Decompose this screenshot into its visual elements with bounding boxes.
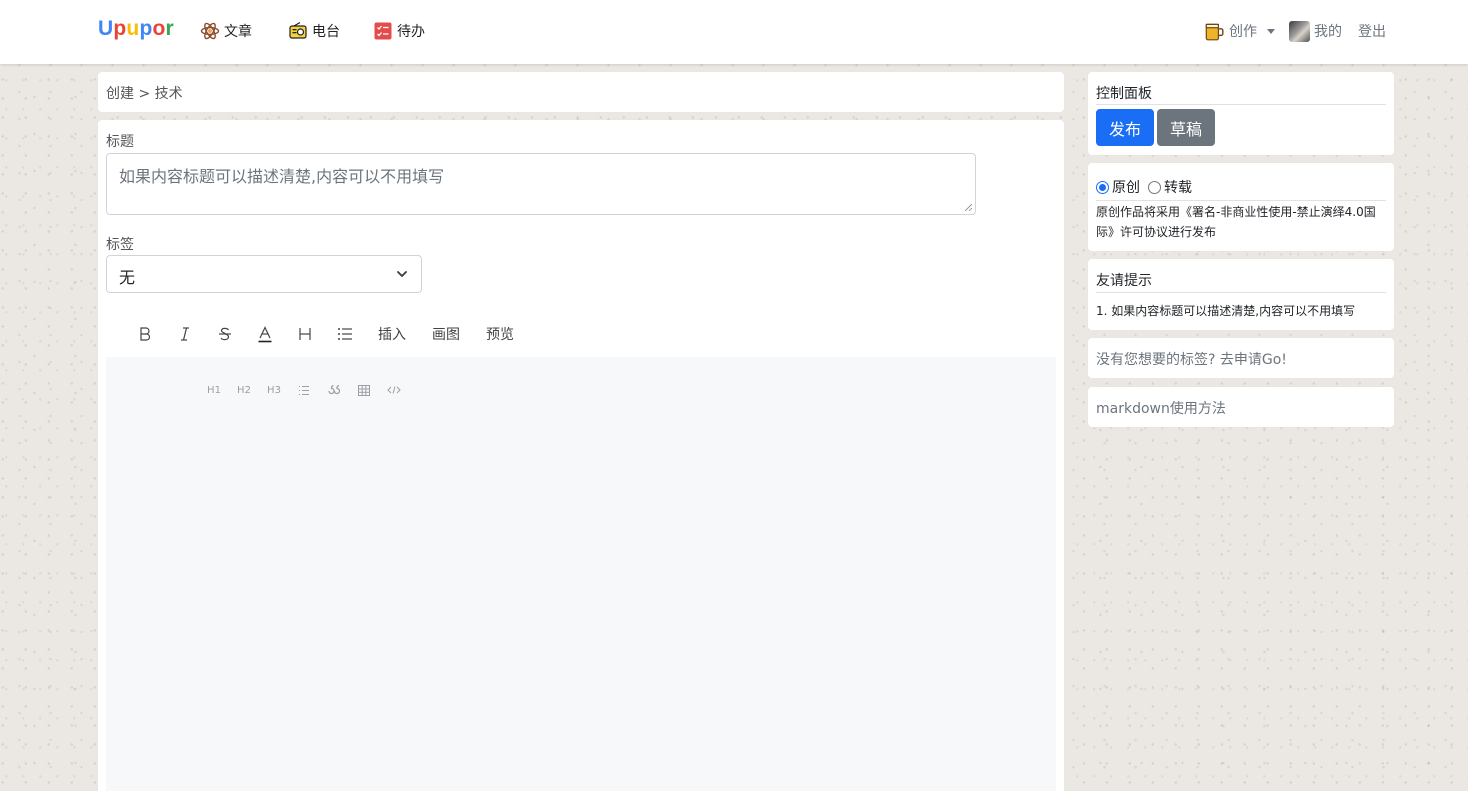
table-icon xyxy=(358,384,370,396)
nav-radio-label: 电台 xyxy=(312,24,340,40)
strikethrough-button[interactable] xyxy=(214,321,236,347)
editor-toolbar: 插入 画图 预览 xyxy=(106,317,1056,351)
tag-select-value: 无 xyxy=(119,268,136,287)
create-dropdown[interactable]: 创作 xyxy=(1203,20,1275,42)
heading-button[interactable] xyxy=(294,321,316,347)
preview-button[interactable]: 预览 xyxy=(482,321,518,347)
tag-select[interactable]: 无 xyxy=(106,255,422,293)
text-color-button[interactable] xyxy=(254,321,276,347)
editor-card: 标题 如果内容标题可以描述清楚,内容可以不用填写 标签 无 插入 画图 预览 H… xyxy=(98,120,1064,791)
code-icon xyxy=(387,386,401,394)
markdown-help-link[interactable]: markdown使用方法 xyxy=(1096,398,1226,418)
beer-mug-icon xyxy=(1205,23,1224,41)
list-button[interactable] xyxy=(334,321,356,347)
original-radio[interactable] xyxy=(1096,180,1109,194)
tips-card: 友请提示 1. 如果内容标题可以描述清楚,内容可以不用填写 xyxy=(1088,259,1394,330)
original-label[interactable]: 原创 xyxy=(1112,177,1140,197)
divider xyxy=(1096,200,1386,201)
text-color-icon xyxy=(258,325,272,342)
mine-label: 我的 xyxy=(1314,24,1342,40)
markdown-help-card: markdown使用方法 xyxy=(1088,387,1394,427)
draw-button[interactable]: 画图 xyxy=(428,321,464,347)
mini-list-button[interactable] xyxy=(294,383,314,397)
control-panel-title: 控制面板 xyxy=(1096,86,1152,102)
heading-icon xyxy=(299,328,311,340)
tag-request-card: 没有您想要的标签? 去申请Go! xyxy=(1088,338,1394,378)
top-navbar: Upupor 文章 电台 待办 创作 我的 登出 xyxy=(0,0,1468,64)
repost-radio[interactable] xyxy=(1148,180,1161,194)
nav-todo[interactable]: 待办 xyxy=(373,20,425,42)
breadcrumb-card: 创建 > 技术 xyxy=(98,72,1064,112)
insert-button[interactable]: 插入 xyxy=(374,321,410,347)
nav-articles[interactable]: 文章 xyxy=(200,20,252,42)
bold-icon xyxy=(140,327,151,341)
list-icon xyxy=(338,328,352,340)
divider xyxy=(1096,104,1386,105)
control-panel-card: 控制面板 发布 草稿 xyxy=(1088,72,1394,155)
mini-h2-button[interactable]: H2 xyxy=(234,383,254,397)
title-input[interactable]: 如果内容标题可以描述清楚,内容可以不用填写 xyxy=(106,153,976,215)
divider xyxy=(1096,292,1386,293)
breadcrumb: 创建 > 技术 xyxy=(106,86,183,102)
repost-label[interactable]: 转载 xyxy=(1164,177,1192,197)
checklist-icon xyxy=(374,22,392,40)
list-icon xyxy=(299,385,309,395)
nav-todo-label: 待办 xyxy=(397,24,425,40)
mini-table-button[interactable] xyxy=(354,383,374,397)
nav-articles-label: 文章 xyxy=(224,24,252,40)
chevron-down-icon xyxy=(397,271,407,277)
radio-icon xyxy=(289,21,307,39)
markdown-editor[interactable]: H1 H2 H3 xyxy=(106,357,1056,791)
brand-logo[interactable]: Upupor xyxy=(98,17,174,41)
mini-code-button[interactable] xyxy=(384,383,404,397)
license-text: 原创作品将采用《署名-非商业性使用-禁止演绎4.0国际》许可协议进行发布 xyxy=(1096,205,1376,239)
quote-icon xyxy=(328,384,340,394)
nav-mine[interactable]: 我的 xyxy=(1289,20,1342,42)
avatar xyxy=(1289,20,1310,42)
italic-button[interactable] xyxy=(174,321,196,347)
italic-icon xyxy=(181,327,189,341)
draft-button[interactable]: 草稿 xyxy=(1157,109,1215,146)
mini-h3-button[interactable]: H3 xyxy=(264,383,284,397)
mini-quote-button[interactable] xyxy=(324,383,344,397)
tag-label: 标签 xyxy=(106,237,134,253)
atom-icon xyxy=(200,22,220,40)
mini-h1-button[interactable]: H1 xyxy=(204,383,224,397)
strikethrough-icon xyxy=(219,327,231,341)
publish-button[interactable]: 发布 xyxy=(1096,109,1154,146)
create-label: 创作 xyxy=(1229,24,1257,40)
license-radio-group: 原创 转载 xyxy=(1096,177,1192,197)
title-label: 标题 xyxy=(106,134,134,150)
license-card: 原创 转载 原创作品将采用《署名-非商业性使用-禁止演绎4.0国际》许可协议进行… xyxy=(1088,163,1394,251)
tips-title: 友请提示 xyxy=(1096,273,1152,289)
bold-button[interactable] xyxy=(134,321,156,347)
tag-request-link[interactable]: 没有您想要的标签? 去申请Go! xyxy=(1096,349,1287,369)
tips-text: 1. 如果内容标题可以描述清楚,内容可以不用填写 xyxy=(1096,304,1356,318)
nav-radio[interactable]: 电台 xyxy=(288,20,340,42)
resize-grip-icon[interactable] xyxy=(965,204,972,211)
title-placeholder: 如果内容标题可以描述清楚,内容可以不用填写 xyxy=(119,167,445,186)
logout-label: 登出 xyxy=(1358,24,1386,40)
logout-link[interactable]: 登出 xyxy=(1358,20,1386,42)
caret-down-icon xyxy=(1267,28,1275,34)
